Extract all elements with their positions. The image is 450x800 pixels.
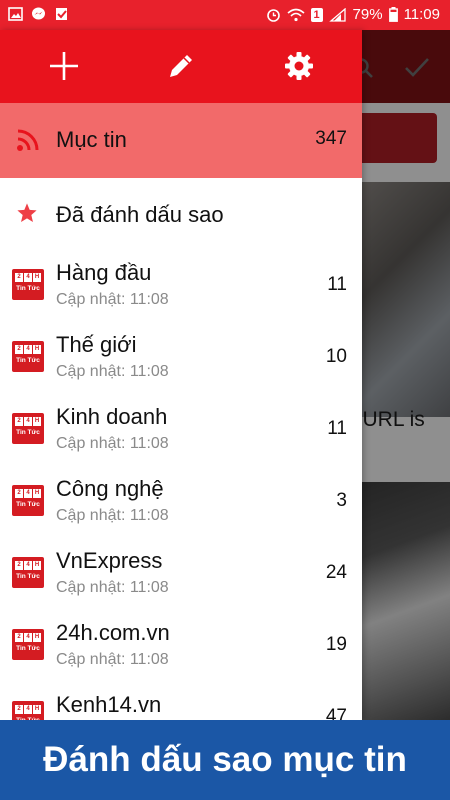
messenger-icon <box>32 7 45 20</box>
logo-digit: H <box>33 345 41 354</box>
logo-digit: 4 <box>24 633 32 642</box>
feed-updated-time: Cập nhật: 11:08 <box>56 579 169 596</box>
feed-updated-time: Cập nhật: 11:08 <box>56 507 169 524</box>
feed-unread-count: 24 <box>325 562 347 583</box>
logo-digit: 4 <box>24 273 32 282</box>
feed-logo-icon: 24H Tin Tức <box>12 269 44 300</box>
logo-digit: 2 <box>15 345 23 354</box>
promo-banner: Đánh dấu sao mục tin <box>0 720 450 800</box>
feed-logo-icon: 24HTin Tức <box>12 701 44 720</box>
logo-label: Tin Tức <box>16 357 40 364</box>
feed-unread-count: 11 <box>327 418 347 439</box>
sim-badge: 1 <box>310 7 323 22</box>
feed-title: Thế giới <box>56 332 137 357</box>
feed-item[interactable]: 2 4 H Tin Tức Hàng đầu Cập nhật: 11:08 11 <box>0 250 362 322</box>
feed-item[interactable]: 2 4 H Tin Tức Công nghệ Cập nhật: 11:08 3 <box>0 466 362 538</box>
logo-label: Tin Tức <box>16 429 40 436</box>
logo-digit: H <box>33 273 41 282</box>
logo-digit: H <box>33 561 41 570</box>
logo-label: Tin Tức <box>16 501 40 508</box>
feed-item[interactable]: 2 4 H Tin Tức VnExpress Cập nhật: 11:08 24 <box>0 538 362 610</box>
wifi-icon <box>287 8 305 21</box>
logo-digit: H <box>33 417 41 426</box>
feed-title: Kenh14.vn <box>56 692 162 717</box>
logo-digit: 4 <box>24 417 32 426</box>
logo-digit: 2 <box>15 561 23 570</box>
logo-label: Tin Tức <box>16 645 40 652</box>
starred-item[interactable]: Đã đánh dấu sao <box>0 178 362 250</box>
logo-digit: 2 <box>15 489 23 498</box>
feed-item[interactable]: 24HTin Tức Kenh14.vn 47 <box>0 682 362 720</box>
feed-updated-time: Cập nhật: 11:08 <box>56 435 169 452</box>
logo-digit: 4 <box>24 345 32 354</box>
logo-label: Tin Tức <box>16 285 40 292</box>
settings-gear-icon[interactable] <box>282 49 316 83</box>
feed-updated-time: Cập nhật: 11:08 <box>56 651 169 668</box>
feed-unread-count: 11 <box>327 274 347 295</box>
battery-icon <box>388 7 398 22</box>
feed-item[interactable]: 2 4 H Tin Tức Thế giới Cập nhật: 11:08 10 <box>0 322 362 394</box>
feed-logo-icon: 24H Tin Tức <box>12 341 44 372</box>
feed-unread-count: 47 <box>325 706 347 720</box>
feed-logo-icon: 24H Tin Tức <box>12 413 44 444</box>
signal-icon <box>328 7 346 22</box>
logo-digit: 2 <box>15 273 23 282</box>
feed-title: Kinh doanh <box>56 404 168 429</box>
starred-label: Đã đánh dấu sao <box>56 202 224 227</box>
all-feeds-label: Mục tin <box>56 127 127 152</box>
feed-title: Công nghệ <box>56 476 164 501</box>
feed-title: Hàng đầu <box>56 260 152 285</box>
drawer-toolbar <box>0 30 362 103</box>
navigation-drawer: Mục tin 347 Đã đánh dấu sao 2 4 H Tin Tức Hà… <box>0 30 362 720</box>
image-icon <box>8 7 23 21</box>
logo-digit: 4 <box>24 705 32 714</box>
alarm-icon <box>266 8 280 22</box>
feed-updated-time: Cập nhật: 11:08 <box>56 291 169 308</box>
feed-logo-icon: 24H Tin Tức <box>12 485 44 516</box>
clock: 11:09 <box>403 6 440 23</box>
edit-pencil-icon[interactable] <box>164 49 198 83</box>
logo-digit: 2 <box>15 705 23 714</box>
logo-digit: 2 <box>15 417 23 426</box>
feed-title: 24h.com.vn <box>56 620 170 645</box>
feed-item[interactable]: 2 4 H Tin Tức 24h.com.vn Cập nhật: 11:08 19 <box>0 610 362 682</box>
feed-unread-count: 19 <box>325 634 347 655</box>
battery-percent: 79% <box>352 6 383 23</box>
feed-logo-icon: 24H Tin Tức <box>12 629 44 660</box>
feed-unread-count: 3 <box>336 490 347 511</box>
logo-digit: 4 <box>24 561 32 570</box>
feed-title: VnExpress <box>56 548 163 573</box>
feed-item[interactable]: 2 4 H Tin Tức Kinh doanh Cập nhật: 11:08 11 <box>0 394 362 466</box>
logo-digit: H <box>33 633 41 642</box>
all-feeds-item[interactable]: Mục tin 347 <box>0 103 362 178</box>
logo-digit: 4 <box>24 489 32 498</box>
add-icon[interactable] <box>47 49 81 83</box>
all-feeds-count: 347 <box>315 128 347 149</box>
check-icon <box>56 8 67 20</box>
feed-logo-icon: 24H Tin Tức <box>12 557 44 588</box>
rss-icon <box>17 129 39 151</box>
star-icon <box>17 203 37 222</box>
logo-label: Tin Tức <box>16 573 40 580</box>
feed-unread-count: 10 <box>325 346 347 367</box>
logo-digit: 2 <box>15 633 23 642</box>
feed-list: 2 4 H Tin Tức Hàng đầu Cập nhật: 11:08 11 2 4 H Ti… <box>0 250 362 720</box>
status-bar: 1 79% 11:09 <box>0 0 450 30</box>
logo-digit: H <box>33 705 41 714</box>
logo-digit: H <box>33 489 41 498</box>
feed-updated-time: Cập nhật: 11:08 <box>56 363 169 380</box>
